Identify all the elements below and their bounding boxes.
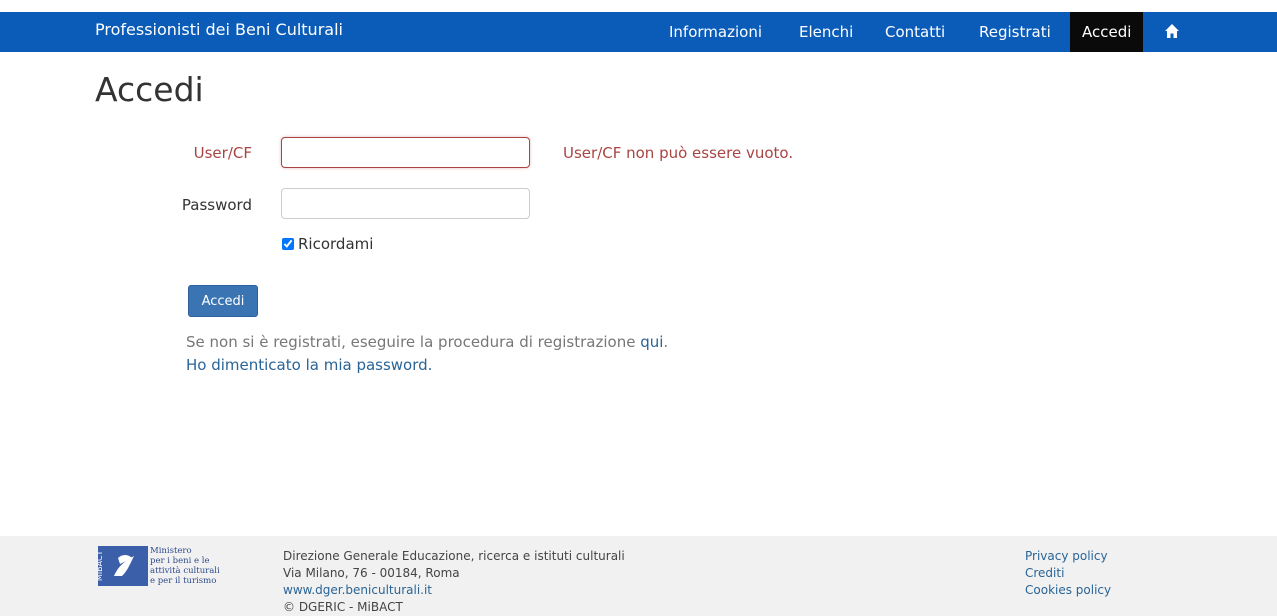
home-icon — [1165, 24, 1179, 38]
login-submit-button[interactable]: Accedi — [188, 285, 258, 317]
top-navbar: Professionisti dei Beni Culturali Inform… — [0, 12, 1277, 52]
forgot-password-link[interactable]: Ho dimenticato la mia password. — [186, 356, 432, 374]
mibact-logo-mark: MiBACT — [98, 546, 148, 586]
remember-me-checkbox[interactable] — [282, 238, 294, 250]
crediti-link[interactable]: Crediti — [1025, 565, 1111, 582]
footer-address: Via Milano, 76 - 00184, Roma — [283, 566, 460, 580]
password-input[interactable] — [281, 188, 530, 219]
register-note: Se non si è registrati, eseguire la proc… — [186, 333, 668, 351]
user-cf-error-message: User/CF non può essere vuoto. — [563, 144, 794, 162]
ministry-logo-text: Ministero per i beni e le attività cultu… — [150, 546, 220, 586]
ministry-logo: MiBACT Ministero per i beni e le attivit… — [98, 546, 258, 586]
nav-informazioni[interactable]: Informazioni — [657, 12, 774, 52]
site-brand[interactable]: Professionisti dei Beni Culturali — [95, 20, 343, 39]
nav-contatti[interactable]: Contatti — [873, 12, 957, 52]
remember-me-label: Ricordami — [298, 235, 374, 253]
cookies-policy-link[interactable]: Cookies policy — [1025, 582, 1111, 599]
footer-links: Privacy policy Crediti Cookies policy — [1025, 548, 1111, 599]
nav-home[interactable] — [1154, 12, 1190, 52]
page-title: Accedi — [95, 70, 204, 109]
footer-copyright: © DGERIC - MiBACT — [283, 600, 403, 614]
footer-contact: Direzione Generale Educazione, ricerca e… — [283, 548, 625, 616]
user-cf-input[interactable] — [281, 137, 530, 168]
nav-registrati[interactable]: Registrati — [967, 12, 1063, 52]
register-link[interactable]: qui — [640, 333, 663, 351]
user-cf-label: User/CF — [193, 144, 252, 162]
register-note-text: Se non si è registrati, eseguire la proc… — [186, 333, 641, 351]
footer-org: Direzione Generale Educazione, ricerca e… — [283, 549, 625, 563]
footer-website-link[interactable]: www.dger.beniculturali.it — [283, 583, 432, 597]
svg-text:MiBACT: MiBACT — [98, 550, 104, 581]
nav-elenchi[interactable]: Elenchi — [787, 12, 865, 52]
register-note-suffix: . — [663, 333, 669, 351]
page-footer: MiBACT Ministero per i beni e le attivit… — [0, 536, 1277, 616]
nav-accedi[interactable]: Accedi — [1070, 12, 1144, 52]
remember-me-field[interactable]: Ricordami — [282, 235, 373, 253]
password-label: Password — [181, 196, 252, 214]
privacy-policy-link[interactable]: Privacy policy — [1025, 548, 1111, 565]
